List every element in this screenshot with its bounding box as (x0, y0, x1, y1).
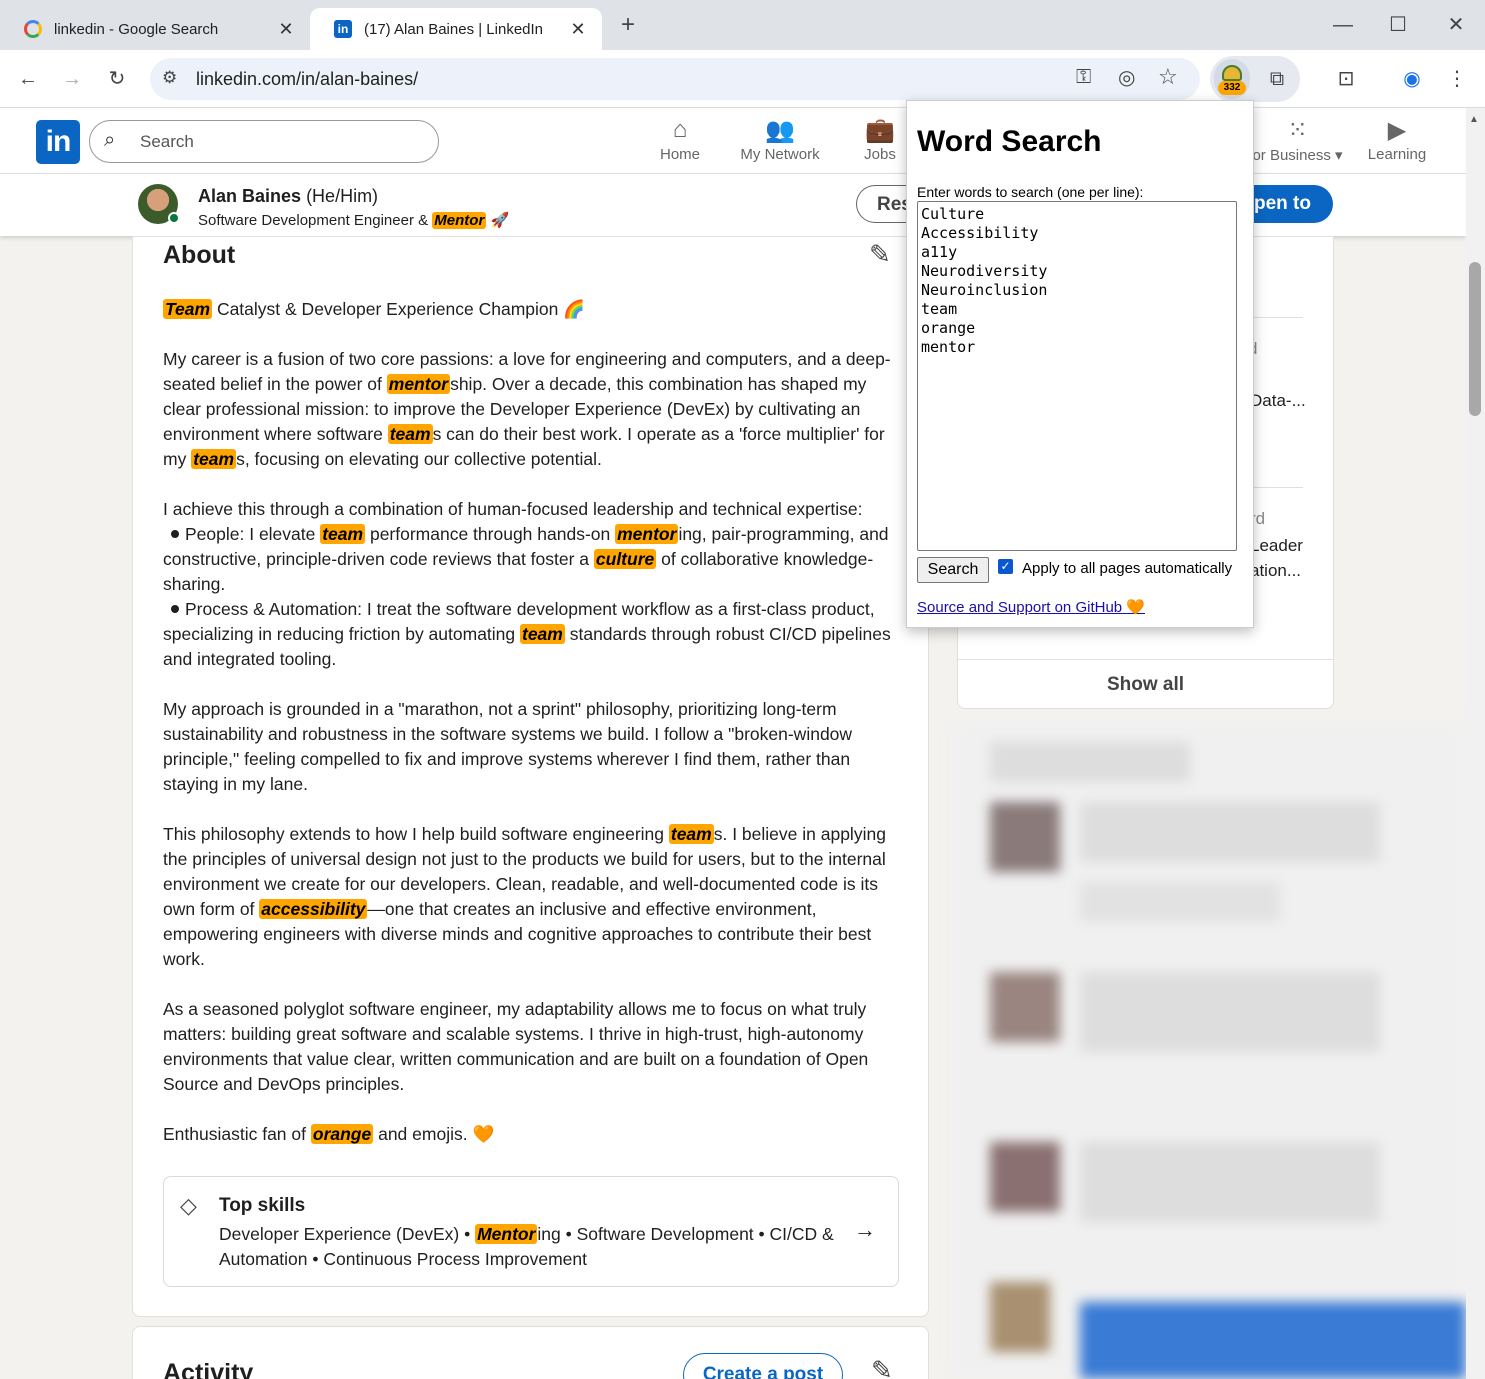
top-skills-box[interactable]: ◇ Top skills Developer Experience (DevEx… (163, 1176, 899, 1287)
site-settings-icon[interactable]: ⚙ (162, 68, 177, 88)
forward-icon[interactable]: → (57, 64, 87, 94)
edit-pencil-icon[interactable]: ✎ (869, 239, 891, 270)
close-tab-icon[interactable]: ✕ (276, 19, 296, 40)
profile-name: Alan Baines (198, 186, 302, 206)
show-all-button[interactable]: Show all (958, 660, 1333, 709)
tab-title: (17) Alan Baines | LinkedIn (364, 20, 544, 38)
about-paragraph: As a seasoned polyglot software engineer… (163, 999, 869, 1094)
nav-for-business[interactable]: ⁙ or Business ▾ (1250, 116, 1345, 164)
online-status-dot (168, 212, 180, 224)
github-link[interactable]: Source and Support on GitHub 🧡 (917, 598, 1145, 616)
minimize-icon[interactable]: — (1328, 10, 1358, 40)
bullet (171, 530, 179, 538)
diamond-icon: ◇ (180, 1193, 197, 1218)
back-icon[interactable]: ← (13, 64, 43, 94)
about-title: About (163, 241, 236, 269)
learning-icon: ▶ (1387, 117, 1407, 144)
words-label: Enter words to search (one per line): (917, 184, 1144, 200)
nav-jobs[interactable]: 💼 Jobs (856, 116, 904, 163)
about-paragraph: My career is a fusion of two core passio… (163, 349, 891, 469)
popup-title: Word Search (917, 125, 1102, 158)
google-icon (24, 20, 42, 38)
briefcase-icon: 💼 (865, 117, 895, 144)
linkedin-search-input[interactable]: ⌕ Search (89, 120, 439, 163)
browser-toolbar: ← → ↻ ⚙ linkedin.com/in/alan-baines/ ⚿ ◎… (0, 50, 1485, 108)
page-scrollbar[interactable]: ▲ (1466, 108, 1485, 1379)
scrollbar-thumb[interactable] (1469, 262, 1481, 416)
about-paragraph: Team Catalyst & Developer Experience Cha… (163, 299, 586, 319)
eye-off-icon[interactable]: ◎ (1118, 65, 1135, 90)
open-to-button[interactable]: pen to (1254, 185, 1333, 223)
extensions-puzzle-icon[interactable]: ⧉ (1262, 64, 1292, 94)
activity-title: Activity (163, 1359, 254, 1379)
address-bar[interactable]: ⚙ linkedin.com/in/alan-baines/ ⚿ ◎ ☆ (150, 58, 1200, 100)
window-close-icon[interactable]: ✕ (1441, 10, 1471, 40)
profile-name-line: Alan Baines (He/Him) (198, 186, 378, 207)
search-icon: ⌕ (104, 129, 116, 151)
search-placeholder: Search (140, 132, 194, 151)
blurred-content (950, 722, 1466, 1379)
new-tab-icon[interactable]: + (613, 10, 643, 40)
nav-home[interactable]: ⌂ Home (652, 116, 708, 163)
bullet (171, 605, 179, 613)
profile-pronouns: (He/Him) (306, 186, 379, 206)
grid-icon: ⁙ (1287, 117, 1308, 144)
tab-linkedin[interactable]: in (17) Alan Baines | LinkedIn ✕ (310, 8, 602, 50)
about-paragraph: Enthusiastic fan of orange and emojis. 🧡 (163, 1124, 495, 1144)
tab-google-search[interactable]: linkedin - Google Search ✕ (0, 8, 310, 50)
linkedin-icon: in (334, 20, 352, 38)
nav-learning[interactable]: ▶ Learning (1365, 116, 1429, 163)
home-icon: ⌂ (672, 116, 688, 143)
highlighted-word: Mentor (432, 212, 487, 229)
linkedin-logo[interactable]: in (36, 120, 80, 164)
people-icon: 👥 (765, 117, 795, 144)
menu-dots-icon[interactable]: ⋮ (1442, 64, 1472, 94)
apply-all-checkbox[interactable]: ✓ (998, 559, 1013, 574)
url-text[interactable]: linkedin.com/in/alan-baines/ (196, 69, 418, 90)
nav-my-network[interactable]: 👥 My Network (735, 116, 825, 163)
about-paragraph: This philosophy extends to how I help bu… (163, 824, 886, 969)
reload-icon[interactable]: ↻ (102, 64, 132, 94)
close-tab-icon[interactable]: ✕ (568, 19, 588, 40)
about-paragraph: I achieve this through a combination of … (163, 499, 891, 669)
profile-icon[interactable]: ◉ (1397, 64, 1427, 94)
search-button[interactable]: Search (917, 557, 989, 583)
edit-pencil-icon[interactable]: ✎ (871, 1355, 893, 1379)
apply-all-label: Apply to all pages automatically (1022, 560, 1233, 577)
top-skills-list: Developer Experience (DevEx) • Mentor ing… (219, 1224, 834, 1269)
password-key-icon[interactable]: ⚿ (1076, 66, 1091, 89)
bookmark-star-icon[interactable]: ☆ (1158, 64, 1178, 90)
word-search-popup: Word Search Enter words to search (one p… (906, 100, 1254, 628)
maximize-icon[interactable]: ☐ (1383, 10, 1413, 40)
activity-card: Activity Create a post ✎ (132, 1326, 929, 1379)
top-skills-title: Top skills (219, 1195, 306, 1216)
create-post-button[interactable]: Create a post (683, 1353, 843, 1379)
tab-title: linkedin - Google Search (54, 20, 219, 38)
words-textarea[interactable]: Culture Accessibility a11y Neurodiversit… (917, 201, 1237, 551)
word-search-extension-icon[interactable]: 332 (1214, 59, 1250, 99)
profile-headline: Software Development Engineer & Mentor 🚀 (198, 212, 510, 229)
extension-badge: 332 (1218, 81, 1246, 95)
scroll-up-icon[interactable]: ▲ (1469, 114, 1479, 125)
arrow-right-icon[interactable]: → (854, 1217, 876, 1243)
tab-strip: linkedin - Google Search ✕ in (17) Alan … (0, 0, 1485, 50)
tab-search-icon[interactable]: ⊡ (1331, 64, 1361, 94)
about-text: Team Catalyst & Developer Experience Cha… (163, 297, 898, 1172)
about-paragraph: My approach is grounded in a "marathon, … (163, 699, 853, 794)
about-card: About ✎ Team Catalyst & Developer Experi… (132, 236, 929, 1317)
